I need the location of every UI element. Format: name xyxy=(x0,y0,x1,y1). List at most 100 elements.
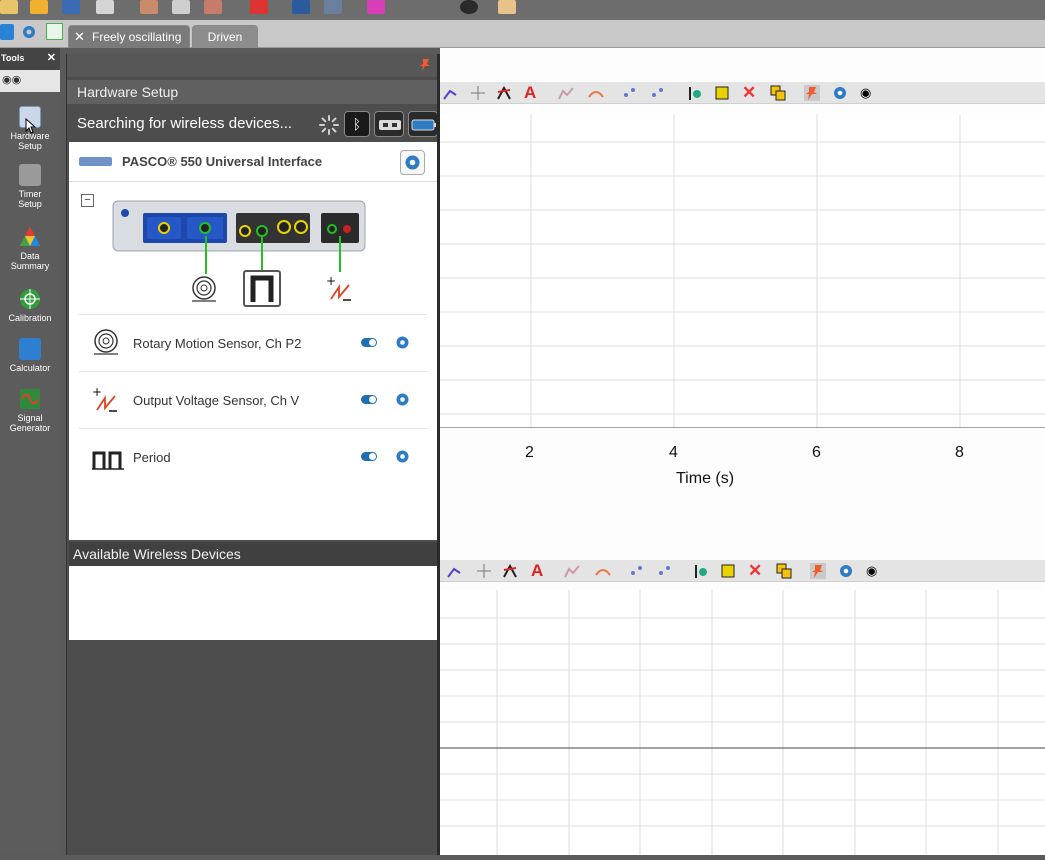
sensor-name: Rotary Motion Sensor, Ch P2 xyxy=(133,336,302,351)
sensor-row-output-voltage[interactable]: + Output Voltage Sensor, Ch V xyxy=(79,371,427,428)
new-icon[interactable] xyxy=(0,0,18,14)
pin-icon[interactable] xyxy=(419,58,431,72)
slope-tool-icon[interactable] xyxy=(496,85,512,101)
eye-icon[interactable]: ◉ xyxy=(866,563,882,579)
panel-pin-bar xyxy=(67,54,439,77)
interface-name: PASCO® 550 Universal Interface xyxy=(122,154,323,169)
wire-period xyxy=(261,236,263,272)
tool-calculator[interactable]: Calculator xyxy=(0,338,60,373)
open-folder-icon[interactable] xyxy=(30,0,48,14)
interface-settings-button[interactable] xyxy=(400,150,425,175)
hardware-setup-panel: Hardware Setup Searching for wireless de… xyxy=(66,54,439,855)
scale-to-fit-icon[interactable] xyxy=(446,563,462,579)
add-plot-icon[interactable] xyxy=(622,85,638,101)
grid-layout-icon[interactable] xyxy=(46,23,63,40)
paste-icon[interactable] xyxy=(204,0,222,14)
statistics-icon[interactable] xyxy=(588,85,604,101)
crosshair-icon[interactable] xyxy=(470,85,486,101)
annotation-icon[interactable]: A xyxy=(531,562,547,579)
x-axis-title[interactable]: Time (s) xyxy=(676,470,734,488)
graph1-plot[interactable] xyxy=(440,114,1045,429)
scale-to-fit-icon[interactable] xyxy=(442,85,458,101)
gear-icon[interactable] xyxy=(395,449,410,464)
page-icon[interactable] xyxy=(0,24,14,40)
sensor-toggle[interactable] xyxy=(361,338,377,347)
graph-display-area: A ✕ ◉ 2 4 6 8 Time (s) A ✕ ◉ xyxy=(440,48,1045,855)
x-tick-label: 4 xyxy=(669,444,678,461)
settings-gear-icon[interactable] xyxy=(20,23,38,41)
gear-icon[interactable] xyxy=(395,335,410,350)
wire-output xyxy=(339,236,341,272)
properties-gear-icon[interactable] xyxy=(838,563,854,579)
tool-signal-generator[interactable]: Signal Generator xyxy=(0,388,60,433)
tool-label: Summary xyxy=(10,261,50,271)
tools-title: Tools xyxy=(1,53,25,63)
eye-icon[interactable]: ◉ xyxy=(860,85,876,101)
tool-timer-setup[interactable]: Timer Setup xyxy=(0,164,60,209)
tool-label: Setup xyxy=(18,199,42,209)
x-tick-label: 8 xyxy=(955,444,964,461)
curve-fit-icon[interactable] xyxy=(564,563,580,579)
slope-tool-icon[interactable] xyxy=(502,563,518,579)
journal-icon[interactable] xyxy=(498,0,516,14)
crosshair-icon[interactable] xyxy=(476,563,492,579)
copy-icon[interactable] xyxy=(172,0,190,14)
close-icon[interactable]: ✕ xyxy=(47,51,56,64)
rotary-motion-icon[interactable] xyxy=(189,274,219,304)
gear-icon[interactable] xyxy=(395,392,410,407)
tab-label: Freely oscillating xyxy=(92,30,182,44)
x-tick-label: 2 xyxy=(525,444,534,461)
properties-gear-icon[interactable] xyxy=(832,85,848,101)
pin-icon[interactable] xyxy=(804,85,820,101)
camera-icon[interactable] xyxy=(460,0,478,14)
multi-graph-icon[interactable] xyxy=(770,85,786,101)
tab-driven[interactable]: Driven xyxy=(192,25,258,48)
undo-icon[interactable] xyxy=(292,0,310,14)
collapse-button[interactable]: − xyxy=(81,194,94,207)
statistics-icon[interactable] xyxy=(595,563,611,579)
multi-graph-icon[interactable] xyxy=(776,563,792,579)
annotation-icon[interactable]: A xyxy=(524,84,540,101)
add-y-axis-icon[interactable] xyxy=(650,85,666,101)
redo-icon[interactable] xyxy=(324,0,342,14)
sensor-row-rotary[interactable]: Rotary Motion Sensor, Ch P2 xyxy=(79,314,427,371)
pin-icon[interactable] xyxy=(810,563,826,579)
battery-device-icon[interactable] xyxy=(408,111,438,137)
sensor-row-period[interactable]: Period xyxy=(79,428,427,485)
tool-calibration[interactable]: Calibration xyxy=(0,288,60,323)
save-icon[interactable] xyxy=(62,0,80,14)
add-y-axis-icon[interactable] xyxy=(657,563,673,579)
output-voltage-icon[interactable]: + xyxy=(325,274,355,303)
selection-box-icon[interactable] xyxy=(720,563,736,579)
usb-interface-icon[interactable] xyxy=(374,111,404,137)
eye-icon[interactable]: ◉◉ xyxy=(0,70,60,92)
tool-label: Setup xyxy=(18,141,42,151)
tab-freely-oscillating[interactable]: ✕ Freely oscillating xyxy=(68,25,190,48)
photogate-icon[interactable] xyxy=(243,270,281,307)
tab-label: Driven xyxy=(207,30,243,44)
selection-box-icon[interactable] xyxy=(714,85,730,101)
graph2-toolbar: A ✕ ◉ xyxy=(440,560,1045,582)
timer-setup-icon xyxy=(19,164,41,186)
bluetooth-icon[interactable]: ᛒ xyxy=(344,111,370,137)
highlight-icon[interactable] xyxy=(686,85,702,101)
highlight-icon[interactable] xyxy=(692,563,708,579)
available-devices-list xyxy=(69,566,437,640)
rotary-motion-icon xyxy=(91,327,121,357)
sensor-toggle[interactable] xyxy=(361,395,377,404)
delete-icon[interactable]: ✕ xyxy=(742,84,758,101)
delete-icon[interactable] xyxy=(250,0,268,14)
add-plot-icon[interactable] xyxy=(629,563,645,579)
code-icon[interactable] xyxy=(367,0,385,14)
panel-splitter[interactable] xyxy=(437,54,440,855)
close-tab-icon[interactable]: ✕ xyxy=(74,26,85,48)
tool-data-summary[interactable]: Data Summary xyxy=(0,226,60,271)
sensor-toggle[interactable] xyxy=(361,452,377,461)
delete-icon[interactable]: ✕ xyxy=(748,562,764,579)
curve-fit-icon[interactable] xyxy=(558,85,574,101)
print-icon[interactable] xyxy=(96,0,114,14)
cut-icon[interactable] xyxy=(140,0,158,14)
tool-label: Data xyxy=(20,251,40,261)
graph2-plot[interactable] xyxy=(440,590,1045,855)
x-tick-label: 6 xyxy=(812,444,821,461)
